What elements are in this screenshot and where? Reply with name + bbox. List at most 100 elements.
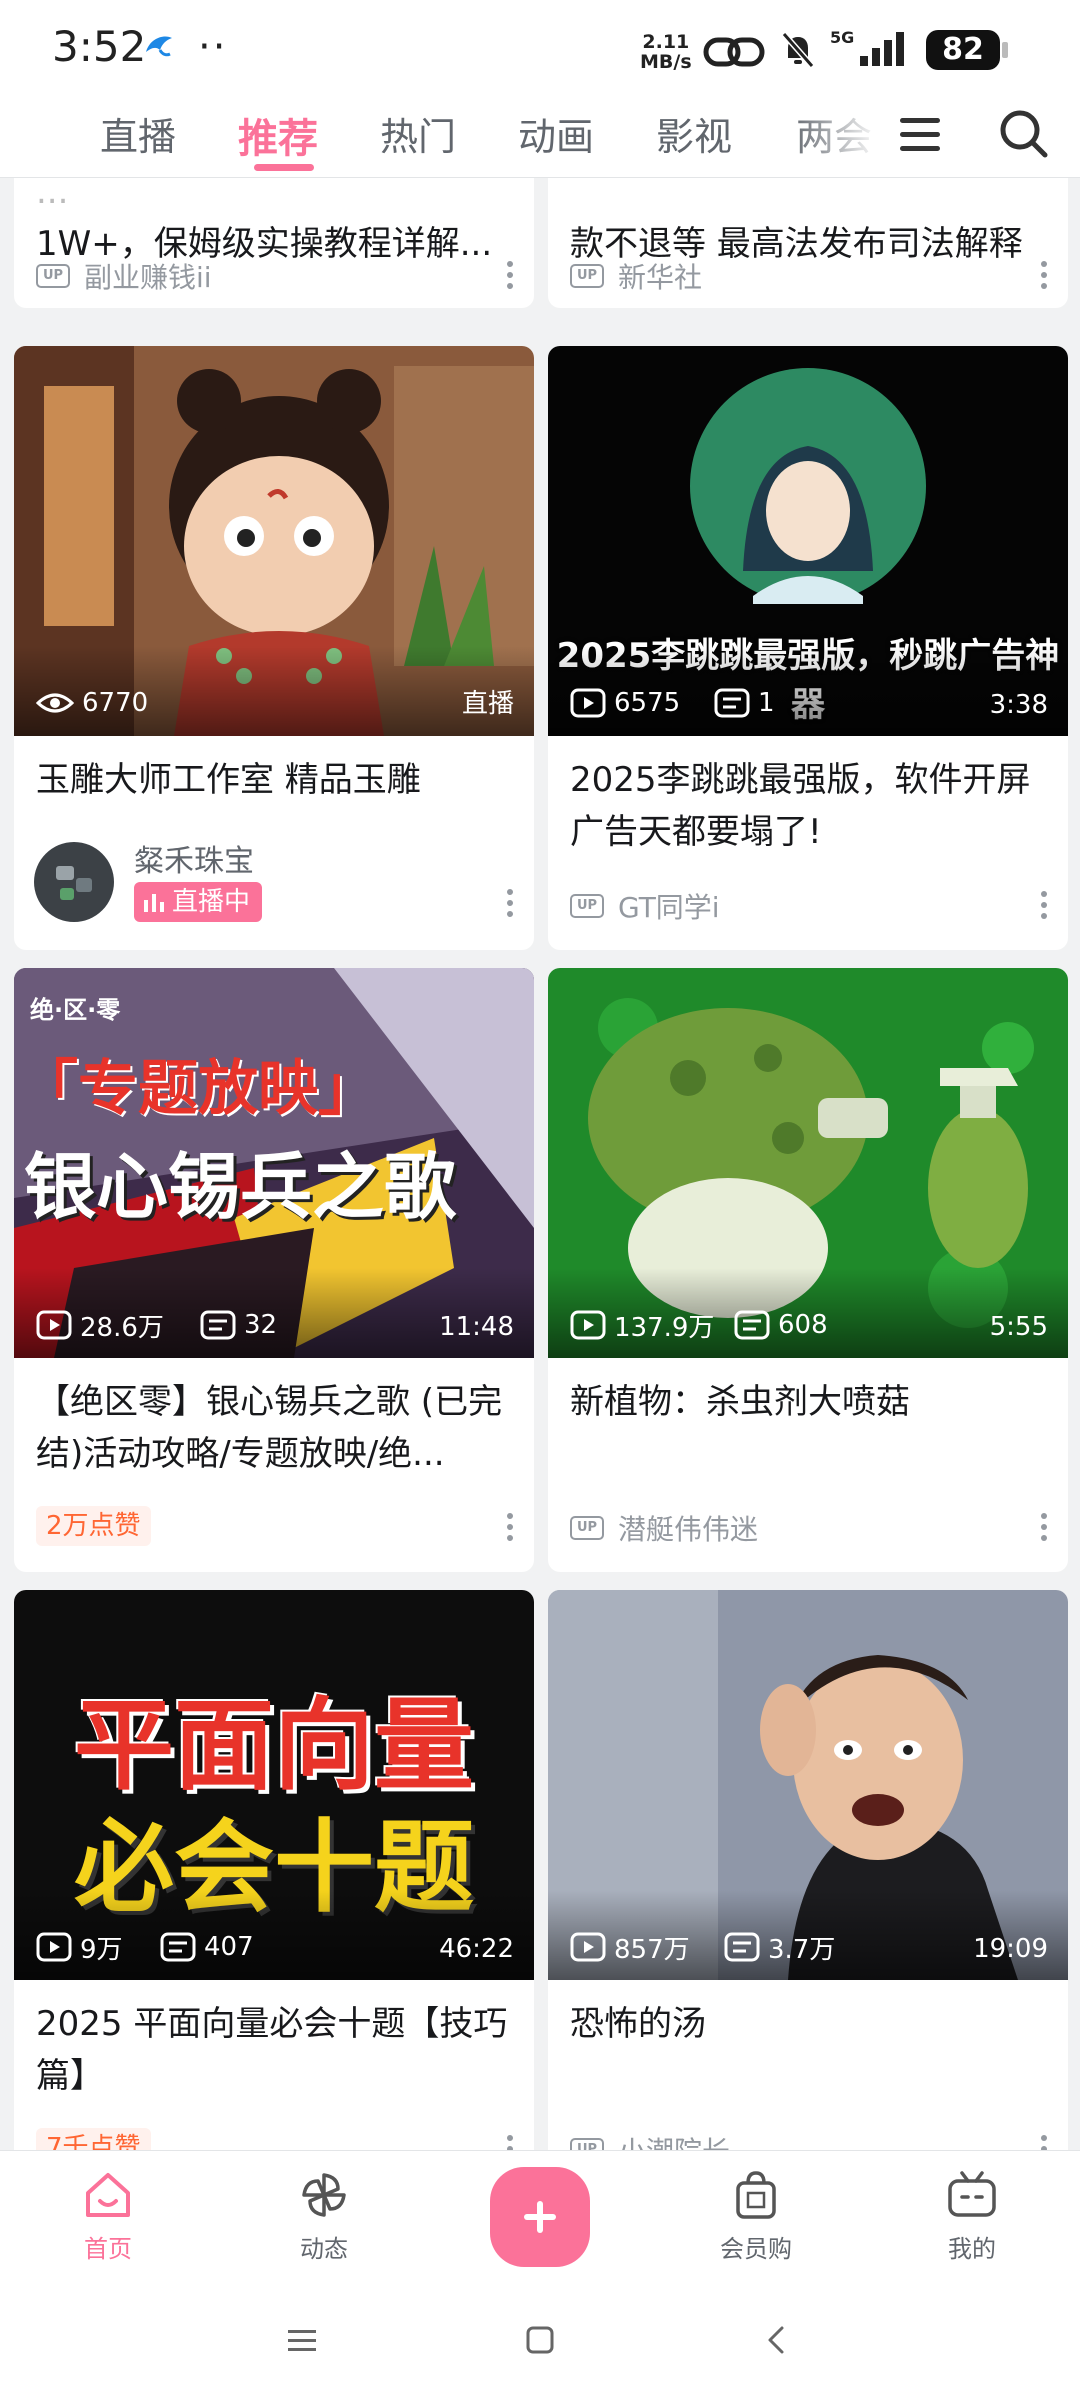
danmaku-icon	[724, 1932, 760, 1962]
video-card[interactable]: 857万 3.7万 19:09 恐怖的汤 UP 小潮院长	[548, 1590, 1068, 2150]
comment-count: 407	[160, 1930, 254, 1964]
view-count-value: 28.6万	[80, 1312, 164, 1343]
live-bars-icon	[144, 894, 164, 912]
video-card[interactable]: 绝·区·零 「专题放映」 银心锡兵之歌 28.6万 32 11:48 【绝区零】…	[14, 968, 534, 1572]
comment-count-value: 407	[204, 1932, 254, 1962]
likes-badge-wrap: 2万点赞	[36, 1506, 151, 1546]
tab-live[interactable]: 直播	[100, 106, 176, 161]
more-options-icon[interactable]	[504, 886, 516, 920]
view-count: 9万	[36, 1930, 123, 1965]
tab-fade	[790, 96, 880, 176]
comment-count-value: 1	[758, 688, 775, 718]
tab-recommend[interactable]: 推荐	[238, 106, 318, 164]
video-card-live[interactable]: 6770 直播 玉雕大师工作室 精品玉雕 粲禾珠宝 直播中	[14, 346, 534, 950]
up-badge: UP	[36, 264, 70, 288]
system-navigation-bar	[0, 2282, 1080, 2400]
hotspot-link-icon	[703, 37, 765, 67]
tab-film[interactable]: 影视	[656, 106, 732, 161]
view-count: 6770	[36, 686, 148, 720]
comment-count: 3.7万	[724, 1930, 836, 1965]
author-name[interactable]: 粲禾珠宝	[134, 836, 254, 880]
video-title: 恐怖的汤	[570, 2004, 706, 2044]
back-icon[interactable]	[760, 2322, 796, 2358]
comment-count: 608	[734, 1308, 828, 1342]
video-duration: 5:55	[989, 1312, 1048, 1342]
more-options-icon[interactable]	[504, 2132, 516, 2150]
network-speed: 2.11 MB/s	[640, 32, 692, 72]
video-title: 【绝区零】银心锡兵之歌 (已完结)活动攻略/专题放映/绝...	[36, 1382, 503, 1474]
comment-count-value: 608	[778, 1310, 828, 1340]
recent-apps-icon[interactable]	[284, 2324, 320, 2358]
nav-home[interactable]: 首页	[48, 2169, 168, 2264]
live-status-badge: 直播中	[134, 882, 263, 922]
video-title: 2025 平面向量必会十题【技巧篇】	[36, 2004, 508, 2096]
video-card[interactable]: 2025李跳跳最强版，秒跳广告神器 6575 1 3:38 2025李跳跳最强版…	[548, 346, 1068, 950]
more-options-icon[interactable]	[1038, 258, 1050, 292]
play-count-icon	[36, 1932, 72, 1962]
more-options-icon[interactable]	[1038, 888, 1050, 922]
nav-vip-shop[interactable]: 会员购	[696, 2169, 816, 2264]
tab-anime[interactable]: 动画	[518, 106, 594, 161]
more-options-icon[interactable]	[504, 1510, 516, 1544]
danmaku-icon	[160, 1932, 196, 1962]
browser-app-icon	[146, 36, 172, 57]
search-icon[interactable]	[996, 106, 1050, 160]
bottom-nav: 首页 动态 会员购 我的	[0, 2150, 1080, 2282]
avatar[interactable]	[34, 842, 114, 922]
video-duration: 11:48	[439, 1312, 514, 1342]
network-type: 5G	[830, 28, 855, 47]
nav-vip-shop-label: 会员购	[720, 2235, 792, 2263]
more-options-icon[interactable]	[504, 258, 516, 292]
nav-home-label: 首页	[84, 2235, 132, 2263]
author-name[interactable]: 小潮院长	[618, 2130, 730, 2150]
video-card[interactable]: ... 1W+，保姆级实操教程详解... UP 副业赚钱ii	[14, 178, 534, 308]
hamburger-menu-icon[interactable]	[896, 112, 944, 158]
video-thumbnail[interactable]: 平面向量 必会十题 9万 407 46:22	[14, 1590, 534, 1980]
author-name[interactable]: 潜艇伟伟迷	[618, 1508, 758, 1548]
network-speed-value: 2.11	[642, 31, 690, 53]
play-count-icon	[36, 1310, 72, 1340]
tv-icon	[948, 2171, 996, 2217]
up-badge: UP	[570, 1516, 604, 1540]
video-thumbnail[interactable]: 6770 直播	[14, 346, 534, 736]
author-name[interactable]: 新华社	[618, 256, 702, 296]
tab-hot[interactable]: 热门	[380, 106, 456, 161]
publish-plus-button[interactable]	[490, 2167, 590, 2267]
live-tag: 直播	[461, 689, 514, 719]
active-tab-indicator	[254, 164, 314, 171]
play-count-icon	[570, 688, 606, 718]
status-bar: 3:52 ·· 2.11 MB/s 5G 82	[0, 0, 1080, 96]
video-thumbnail[interactable]: 857万 3.7万 19:09	[548, 1590, 1068, 1980]
video-duration: 46:22	[439, 1934, 514, 1964]
more-options-icon[interactable]	[1038, 2132, 1050, 2150]
author-name[interactable]: GT同学i	[618, 886, 720, 926]
signal-icon	[860, 32, 904, 66]
play-count-icon	[570, 1310, 606, 1340]
video-duration: 3:38	[989, 690, 1048, 720]
video-title: 2025李跳跳最强版，软件开屏广告天都要塌了!	[570, 760, 1031, 852]
likes-badge-wrap: 7千点赞	[36, 2128, 151, 2150]
more-options-icon[interactable]	[1038, 1510, 1050, 1544]
shopping-bag-icon	[736, 2171, 776, 2219]
nav-dynamic[interactable]: 动态	[264, 2169, 384, 2264]
danmaku-icon	[734, 1310, 770, 1340]
video-card[interactable]: 款不退等 最高法发布司法解释 UP 新华社	[548, 178, 1068, 308]
comment-count: 32	[200, 1308, 277, 1342]
nav-mine[interactable]: 我的	[912, 2169, 1032, 2264]
video-card[interactable]: 平面向量 必会十题 9万 407 46:22 2025 平面向量必会十题【技巧篇…	[14, 1590, 534, 2150]
live-status-text: 直播中	[172, 887, 251, 917]
view-count: 137.9万	[570, 1308, 714, 1343]
up-badge: UP	[570, 264, 604, 288]
network-speed-unit: MB/s	[640, 51, 692, 73]
video-card[interactable]: 137.9万 608 5:55 新植物：杀虫剂大喷菇 UP 潜艇伟伟迷	[548, 968, 1068, 1572]
author-name[interactable]: 副业赚钱ii	[84, 256, 212, 296]
video-thumbnail[interactable]: 2025李跳跳最强版，秒跳广告神器 6575 1 3:38	[548, 346, 1068, 736]
video-thumbnail[interactable]: 绝·区·零 「专题放映」 银心锡兵之歌 28.6万 32 11:48	[14, 968, 534, 1358]
comment-count-value: 3.7万	[768, 1934, 836, 1965]
video-thumbnail[interactable]: 137.9万 608 5:55	[548, 968, 1068, 1358]
eye-icon	[36, 693, 74, 713]
comment-count-value: 32	[244, 1310, 278, 1340]
view-count-value: 9万	[80, 1934, 123, 1965]
home-button-icon[interactable]	[522, 2322, 558, 2358]
battery-indicator: 82	[926, 30, 1008, 70]
